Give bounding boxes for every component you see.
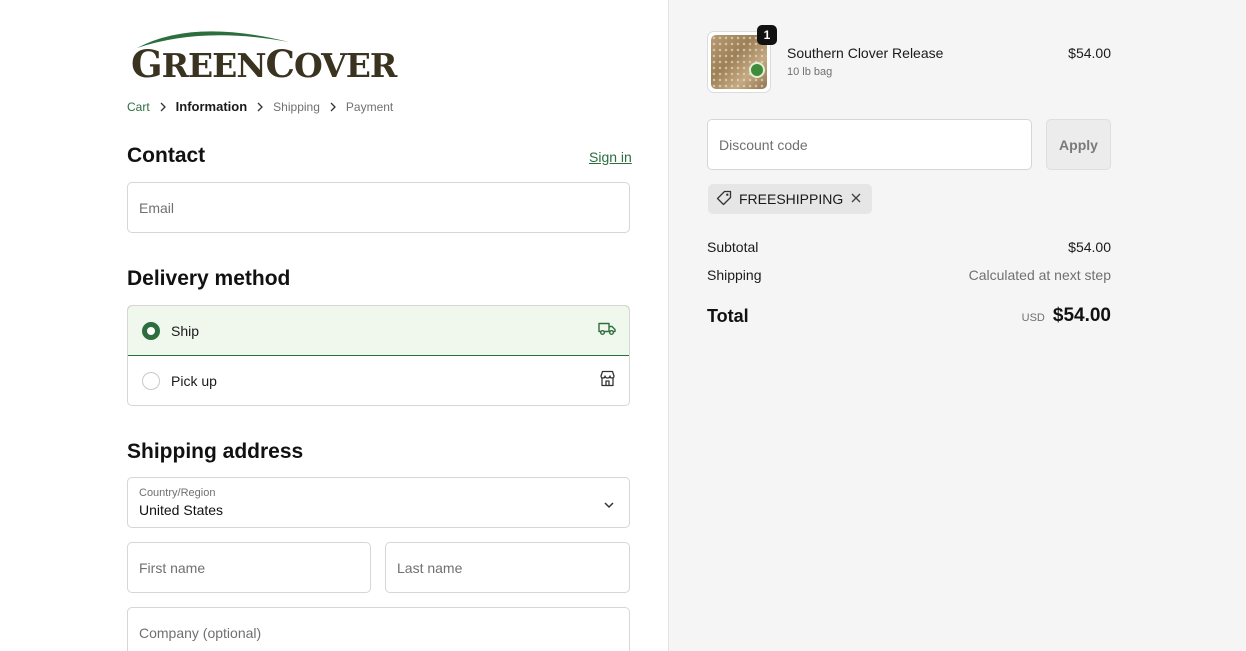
- discount-code-input[interactable]: Discount code: [707, 119, 1032, 170]
- chevron-right-icon: [150, 102, 176, 112]
- shipping-address-heading: Shipping address: [127, 440, 304, 463]
- sign-in-link[interactable]: Sign in: [589, 149, 632, 165]
- chevron-down-icon: [603, 496, 615, 514]
- total-amount: $54.00: [1052, 305, 1111, 326]
- delivery-option-label: Ship: [171, 322, 200, 339]
- store-icon: [599, 370, 616, 392]
- delivery-option-ship[interactable]: Ship: [128, 306, 629, 356]
- discount-code-label: FREESHIPPING: [739, 191, 844, 207]
- delivery-method-heading: Delivery method: [127, 267, 291, 290]
- shipping-value: Calculated at next step: [968, 267, 1111, 283]
- total-label: Total: [707, 306, 749, 326]
- contact-heading: Contact: [127, 144, 206, 167]
- subtotal-label: Subtotal: [707, 239, 759, 255]
- email-field[interactable]: Email: [127, 182, 630, 233]
- radio-unselected[interactable]: [142, 372, 160, 390]
- first-name-field[interactable]: First name: [127, 542, 371, 593]
- product-name: Southern Clover Release: [787, 45, 944, 61]
- delivery-option-pickup[interactable]: Pick up: [128, 356, 629, 405]
- chevron-right-icon: [247, 102, 273, 112]
- truck-icon: [598, 321, 616, 340]
- breadcrumb-information: Information: [175, 99, 248, 114]
- breadcrumb-shipping: Shipping: [273, 99, 320, 114]
- subtotal-value: $54.00: [1068, 239, 1111, 255]
- country-label: Country/Region: [139, 487, 216, 499]
- country-value: United States: [139, 502, 224, 518]
- breadcrumb-payment: Payment: [345, 99, 394, 114]
- product-variant: 10 lb bag: [787, 66, 833, 78]
- country-select[interactable]: Country/Region United States: [127, 477, 630, 528]
- remove-discount-icon[interactable]: [850, 191, 862, 207]
- last-name-placeholder: Last name: [397, 559, 463, 576]
- radio-selected[interactable]: [142, 321, 160, 340]
- applied-discount-tag: FREESHIPPING: [708, 184, 873, 214]
- first-name-placeholder: First name: [139, 559, 206, 576]
- email-placeholder: Email: [139, 199, 175, 216]
- tag-icon: [716, 190, 732, 209]
- order-summary-panel: [668, 0, 1246, 651]
- chevron-right-icon: [320, 102, 346, 112]
- company-placeholder: Company (optional): [139, 624, 262, 641]
- product-price: $54.00: [1068, 45, 1111, 61]
- currency-code: USD: [1021, 312, 1045, 324]
- delivery-method-group: Ship Pick up: [127, 305, 630, 406]
- checkout-form-panel: GREENCOVER Cart Information Shipping Pay…: [0, 0, 668, 651]
- logo-wordmark: GREENCOVER: [131, 42, 397, 86]
- shipping-label: Shipping: [707, 267, 762, 283]
- seal-icon: [749, 62, 765, 78]
- total-value: USD $54.00: [1022, 305, 1111, 327]
- quantity-badge: 1: [757, 25, 777, 45]
- discount-placeholder: Discount code: [719, 136, 808, 153]
- breadcrumb-cart[interactable]: Cart: [127, 100, 150, 114]
- greencover-logo[interactable]: GREENCOVER: [127, 24, 397, 86]
- delivery-option-label: Pick up: [171, 373, 217, 389]
- company-field[interactable]: Company (optional): [127, 607, 630, 651]
- apply-button[interactable]: Apply: [1046, 119, 1111, 170]
- breadcrumb: Cart Information Shipping Payment: [127, 99, 393, 114]
- last-name-field[interactable]: Last name: [385, 542, 630, 593]
